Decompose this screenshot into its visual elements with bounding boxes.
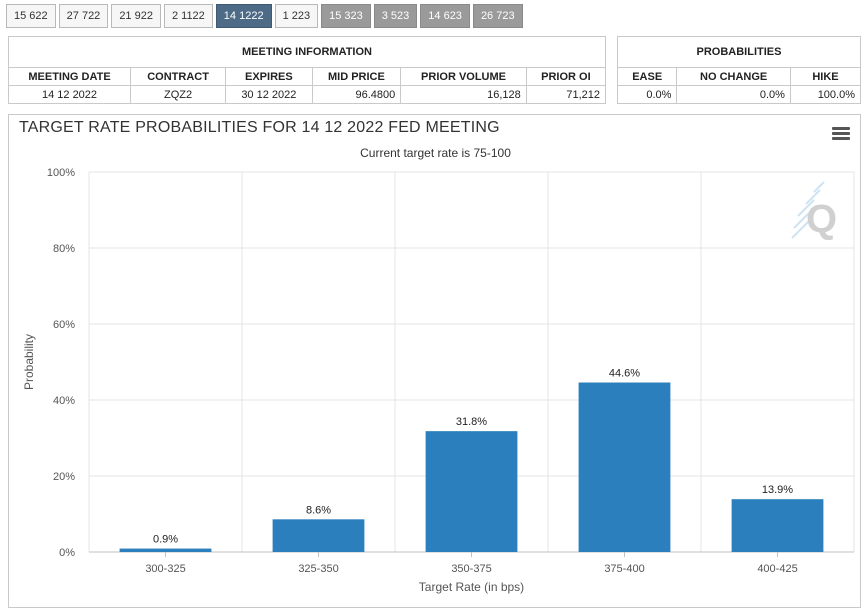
q-logo-icon: Q xyxy=(791,181,837,241)
contract-value: ZQZ2 xyxy=(130,85,227,104)
chart-subtitle: Current target rate is 75-100 xyxy=(360,146,511,160)
tab-meeting-2[interactable]: 21 922 xyxy=(111,4,161,28)
probabilities-heading: PROBABILITIES xyxy=(617,36,861,68)
tab-meeting-6[interactable]: 15 323 xyxy=(321,4,371,28)
chart-title: TARGET RATE PROBABILITIES FOR 14 12 2022… xyxy=(19,119,500,136)
col-mid-price: MID PRICE xyxy=(311,67,402,86)
col-prior-volume: PRIOR VOLUME xyxy=(400,67,527,86)
y-tick-label: 60% xyxy=(53,319,75,331)
col-contract: CONTRACT xyxy=(130,67,227,86)
no-change-value: 0.0% xyxy=(676,85,791,104)
mid-price-value: 96.4800 xyxy=(311,85,402,104)
bar-data-label: 31.8% xyxy=(456,416,487,428)
ease-value: 0.0% xyxy=(616,85,678,104)
prior-oi-value: 71,212 xyxy=(525,85,607,104)
tab-meeting-7[interactable]: 3 523 xyxy=(373,4,418,28)
x-tick-label: 400-425 xyxy=(757,563,797,575)
col-meeting-date: MEETING DATE xyxy=(7,67,132,86)
bar xyxy=(425,431,518,552)
col-ease: EASE xyxy=(616,67,678,86)
bar-data-label: 0.9% xyxy=(153,534,178,546)
hike-value: 100.0% xyxy=(789,85,862,104)
meeting-date-tabs: 15 622 27 722 21 922 2 1122 14 1222 1 223 15 3… xyxy=(6,4,523,28)
x-tick-label: 350-375 xyxy=(451,563,491,575)
col-expires: EXPIRES xyxy=(225,67,313,86)
tab-meeting-9[interactable]: 26 723 xyxy=(472,4,523,28)
hamburger-menu-icon[interactable] xyxy=(832,127,850,141)
tab-meeting-5[interactable]: 1 223 xyxy=(274,4,319,28)
tab-meeting-3[interactable]: 2 1122 xyxy=(163,4,213,28)
y-tick-label: 0% xyxy=(59,547,75,559)
meeting-information-heading: MEETING INFORMATION xyxy=(8,36,606,68)
col-prior-oi: PRIOR OI xyxy=(525,67,607,86)
x-tick-label: 375-400 xyxy=(604,563,644,575)
x-tick-label: 325-350 xyxy=(298,563,338,575)
bar xyxy=(272,519,365,552)
table-row: 0.0% 0.0% 100.0% xyxy=(616,85,862,104)
y-tick-label: 40% xyxy=(53,395,75,407)
x-axis-title: Target Rate (in bps) xyxy=(419,580,524,594)
bar xyxy=(731,499,824,552)
y-tick-label: 100% xyxy=(47,167,75,179)
tab-meeting-4[interactable]: 14 1222 xyxy=(215,4,272,28)
bar xyxy=(578,382,671,552)
bar-data-label: 8.6% xyxy=(306,504,331,516)
y-tick-label: 20% xyxy=(53,471,75,483)
y-axis-title: Probability xyxy=(22,334,36,390)
tab-meeting-0[interactable]: 15 622 xyxy=(6,4,56,28)
meeting-information-table: MEETING INFORMATION MEETING DATE CONTRAC… xyxy=(7,36,607,104)
prior-volume-value: 16,128 xyxy=(400,85,527,104)
expires-value: 30 12 2022 xyxy=(225,85,313,104)
x-tick-label: 300-325 xyxy=(145,563,185,575)
table-row: 14 12 2022 ZQZ2 30 12 2022 96.4800 16,12… xyxy=(7,85,607,104)
logo-letter: Q xyxy=(806,197,837,241)
tab-meeting-8[interactable]: 14 623 xyxy=(420,4,470,28)
bar xyxy=(119,548,212,552)
bar-data-label: 44.6% xyxy=(609,368,640,380)
chart-panel: 0% 20% 40% 60% 80% 100% 0.9% 300-325 8.6% 325-350… xyxy=(8,114,861,608)
probability-bar-chart: 0% 20% 40% 60% 80% 100% 0.9% 300-325 8.6% 325-350… xyxy=(22,167,855,594)
meeting-date-value: 14 12 2022 xyxy=(7,85,132,104)
probabilities-table: PROBABILITIES EASE NO CHANGE HIKE 0.0% 0… xyxy=(616,36,862,104)
col-hike: HIKE xyxy=(789,67,862,86)
col-no-change: NO CHANGE xyxy=(676,67,791,86)
bar-data-label: 13.9% xyxy=(762,484,793,496)
y-tick-label: 80% xyxy=(53,243,75,255)
tab-meeting-1[interactable]: 27 722 xyxy=(58,4,109,28)
